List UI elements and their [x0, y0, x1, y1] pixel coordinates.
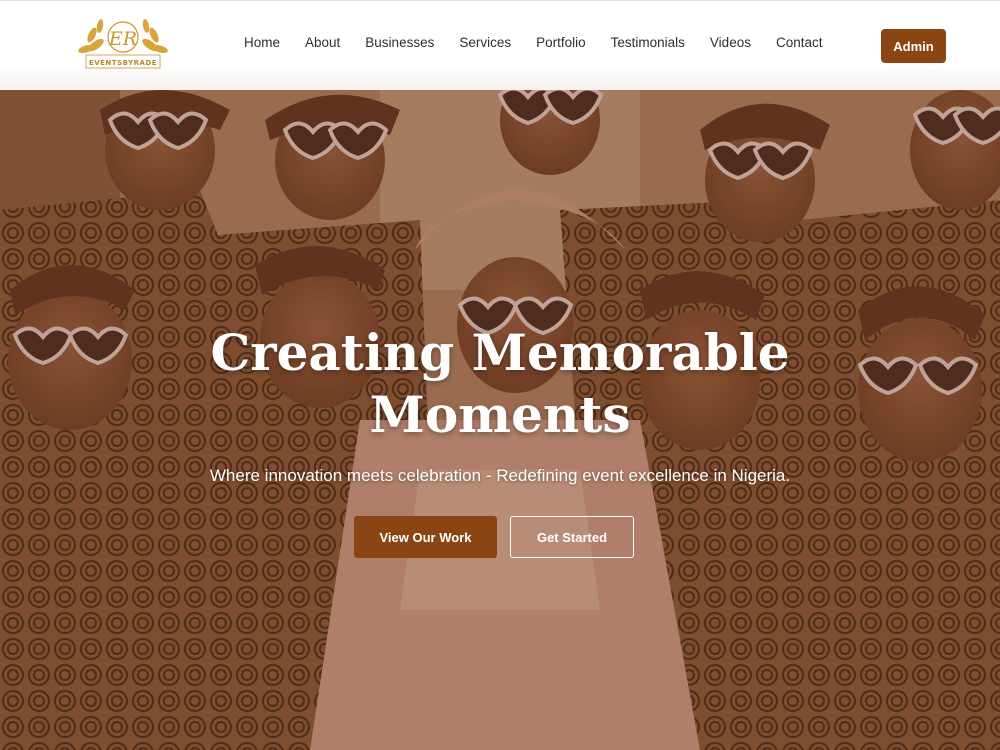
nav-about[interactable]: About: [305, 35, 340, 50]
logo-wordmark: EVENTSBYRADE: [88, 59, 158, 67]
get-started-button[interactable]: Get Started: [510, 516, 634, 558]
nav-portfolio[interactable]: Portfolio: [536, 35, 586, 50]
hero-title-line2: Moments: [369, 385, 631, 444]
nav-testimonials[interactable]: Testimonials: [611, 35, 685, 50]
nav-videos[interactable]: Videos: [710, 35, 751, 50]
nav-services[interactable]: Services: [459, 35, 511, 50]
view-our-work-button[interactable]: View Our Work: [354, 516, 497, 558]
admin-button[interactable]: Admin: [881, 29, 946, 63]
hero-title-line1: Creating Memorable: [210, 323, 790, 382]
logo-monogram: ER: [108, 28, 137, 50]
hero-title: Creating Memorable Moments: [0, 322, 1000, 446]
nav-businesses[interactable]: Businesses: [365, 35, 434, 50]
hero-section: Creating Memorable Moments Where innovat…: [0, 90, 1000, 750]
main-nav: Home About Businesses Services Portfolio…: [244, 35, 848, 50]
site-header: ER EVENTSBYRADE Home About Businesses Se…: [0, 0, 1000, 90]
site-logo[interactable]: ER EVENTSBYRADE: [78, 15, 168, 73]
nav-home[interactable]: Home: [244, 35, 280, 50]
nav-contact[interactable]: Contact: [776, 35, 823, 50]
hero-subtitle: Where innovation meets celebration - Red…: [209, 466, 791, 485]
